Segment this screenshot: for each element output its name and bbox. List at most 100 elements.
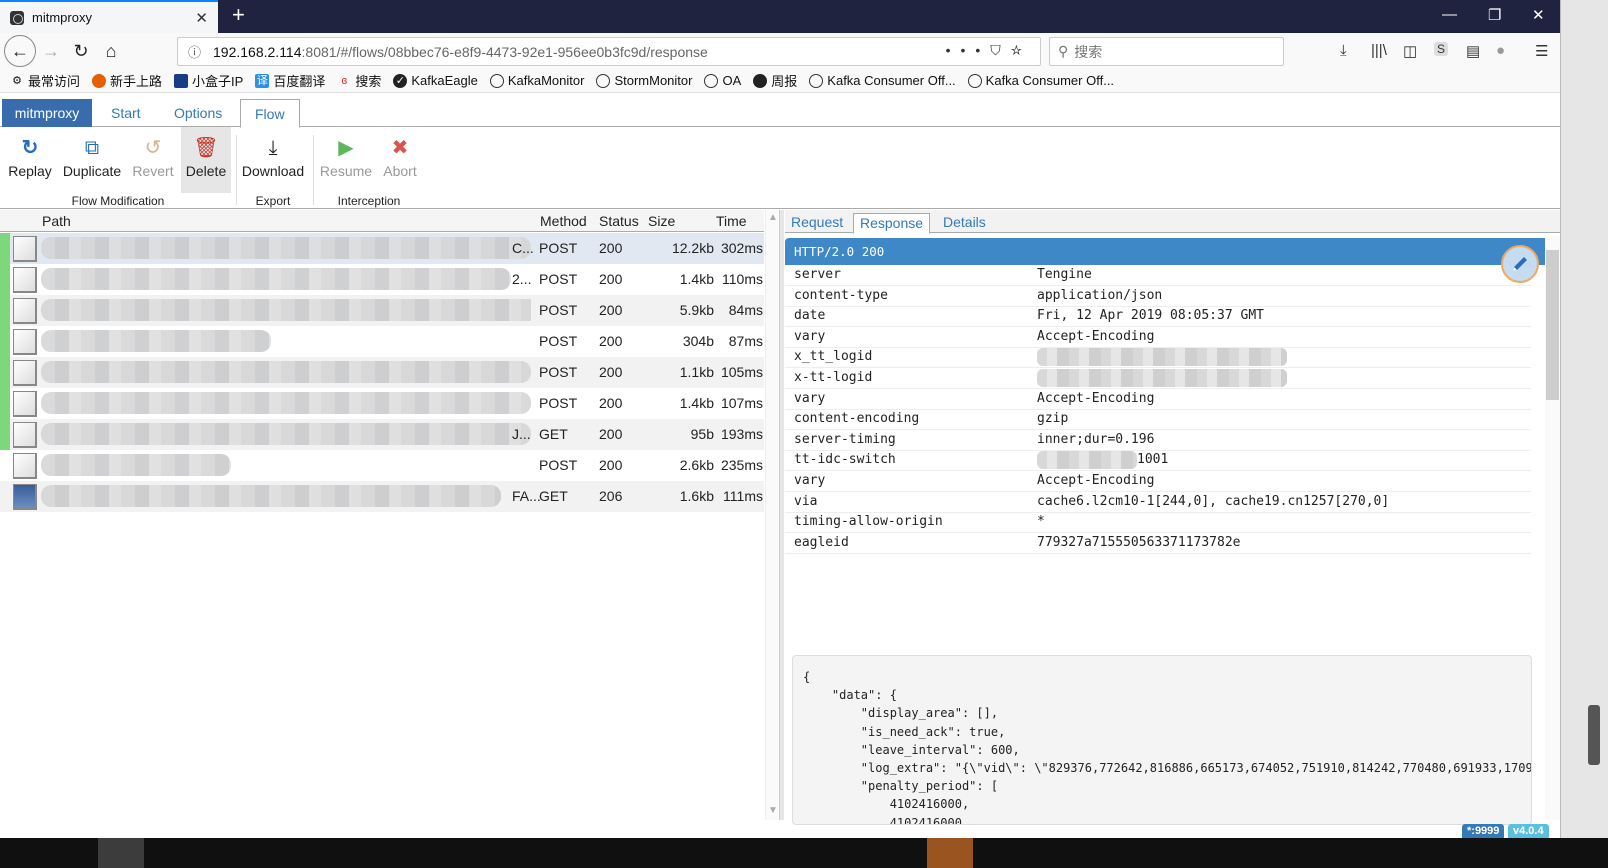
minimize-icon[interactable]: — <box>1442 6 1457 23</box>
browser-tab[interactable]: mitmproxy ✕ <box>0 0 218 33</box>
extension-circle-icon[interactable]: ● <box>1496 42 1505 59</box>
bookmark-item[interactable]: ⚙ 最常访问 <box>10 71 80 90</box>
bookmark-item[interactable]: Kafka Consumer Off... <box>967 73 1114 88</box>
tab-request[interactable]: Request <box>785 213 849 233</box>
header-value[interactable]: 1001 <box>1137 452 1168 467</box>
extension-s-icon[interactable]: S <box>1434 42 1449 56</box>
header-key[interactable]: x-tt-logid <box>794 370 872 385</box>
header-key[interactable]: via <box>794 494 817 509</box>
bookmark-item[interactable]: KafkaMonitor <box>489 73 584 88</box>
bookmark-item[interactable]: 译百度翻译 <box>255 71 325 90</box>
header-key[interactable]: tt-idc-switch <box>794 452 896 467</box>
resume-button[interactable]: ▶ Resume <box>318 127 374 193</box>
flow-row[interactable]: POST 200 1.1kb 105ms <box>0 357 764 388</box>
window-close-icon[interactable]: ✕ <box>1532 6 1545 24</box>
detail-scrollbar[interactable] <box>1545 236 1560 820</box>
header-value[interactable]: application/json <box>1037 288 1162 303</box>
main-menu-tabs: mitmproxy Start Options Flow <box>0 99 1560 128</box>
back-icon[interactable]: ← <box>4 35 36 67</box>
abort-button[interactable]: ✖ Abort <box>378 127 422 193</box>
header-key[interactable]: eagleid <box>794 535 849 550</box>
column-size[interactable]: Size <box>648 213 675 229</box>
flow-list-scrollbar[interactable]: ▲ ▼ <box>765 210 778 820</box>
tab-details[interactable]: Details <box>937 213 992 233</box>
bookmark-star-icon[interactable]: ☆ <box>1011 42 1032 58</box>
flow-row[interactable]: FA... GET 206 1.6kb 111ms <box>0 481 764 512</box>
reload-icon[interactable]: ↻ <box>66 36 96 66</box>
response-body[interactable]: { "data": { "display_area": [], "is_need… <box>792 655 1532 825</box>
column-time[interactable]: Time <box>716 213 747 229</box>
menu-icon[interactable]: ☰ <box>1535 42 1548 60</box>
library-icon[interactable]: |||\ <box>1371 42 1387 59</box>
header-key[interactable]: content-encoding <box>794 411 919 426</box>
page-actions-icon[interactable]: ••• <box>946 42 991 58</box>
header-value[interactable]: Accept-Encoding <box>1037 329 1154 344</box>
info-icon[interactable]: ⓘ <box>188 42 201 61</box>
pane-splitter[interactable] <box>779 210 784 820</box>
header-value[interactable]: cache6.l2cm10-1[244,0], cache19.cn1257[2… <box>1037 494 1389 509</box>
bookmark-item[interactable]: 小盒子IP <box>174 71 243 90</box>
ribbon-separator <box>236 135 237 205</box>
header-value[interactable]: gzip <box>1037 411 1068 426</box>
header-key[interactable]: server-timing <box>794 432 896 447</box>
header-value[interactable]: Tengine <box>1037 267 1092 282</box>
flow-row[interactable]: POST 200 5.9kb 84ms <box>0 295 764 326</box>
scrollbar-thumb[interactable] <box>1546 250 1559 400</box>
header-key[interactable]: server <box>794 267 841 282</box>
header-value[interactable]: Accept-Encoding <box>1037 391 1154 406</box>
download-button[interactable]: ⤓ Download <box>240 127 306 193</box>
header-key[interactable]: vary <box>794 473 825 488</box>
flow-row[interactable]: J... GET 200 95b 193ms <box>0 419 764 450</box>
pocket-icon[interactable]: ⛉ <box>990 42 1011 58</box>
restore-icon[interactable]: ❐ <box>1488 6 1501 24</box>
header-value[interactable]: Fri, 12 Apr 2019 08:05:37 GMT <box>1037 308 1264 323</box>
new-tab-icon[interactable]: + <box>232 2 245 28</box>
flow-row[interactable]: C... POST 200 12.2kb 302ms <box>0 233 764 264</box>
column-status[interactable]: Status <box>599 213 639 229</box>
header-value[interactable]: 779327a715550563371173782e <box>1037 535 1241 550</box>
header-value[interactable]: * <box>1037 514 1045 529</box>
header-key[interactable]: content-type <box>794 288 888 303</box>
delete-button[interactable]: 🗑 Delete <box>181 127 231 193</box>
url-bar[interactable]: ⓘ 192.168.2.114:8081/#/flows/08bbec76-e8… <box>177 37 1041 66</box>
header-key[interactable]: x_tt_logid <box>794 349 872 364</box>
sidebar-icon[interactable]: ◫ <box>1403 42 1417 60</box>
header-key[interactable]: date <box>794 308 825 323</box>
column-path[interactable]: Path <box>42 213 71 229</box>
bookmark-item[interactable]: ɞ 搜索 <box>337 71 382 90</box>
downloads-icon[interactable]: ⤓ <box>1340 42 1347 59</box>
taskbar-item[interactable] <box>927 838 973 868</box>
tab-mitmproxy[interactable]: mitmproxy <box>2 99 92 127</box>
duplicate-icon: ⧉ <box>84 137 100 159</box>
header-key[interactable]: vary <box>794 391 825 406</box>
column-method[interactable]: Method <box>540 213 587 229</box>
bookmark-item[interactable]: ✓ KafkaEagle <box>393 73 478 88</box>
tab-options[interactable]: Options <box>160 99 236 127</box>
flow-row[interactable]: POST 200 304b 87ms <box>0 326 764 357</box>
header-key[interactable]: vary <box>794 329 825 344</box>
tab-response[interactable]: Response <box>853 213 931 234</box>
revert-button[interactable]: ↺ Revert <box>128 127 178 193</box>
taskbar-item[interactable] <box>98 838 144 868</box>
header-value[interactable]: inner;dur=0.196 <box>1037 432 1154 447</box>
search-input[interactable]: ⚲ 搜索 <box>1049 37 1284 66</box>
header-key[interactable]: timing-allow-origin <box>794 514 943 529</box>
tab-start[interactable]: Start <box>97 99 155 127</box>
header-value[interactable]: Accept-Encoding <box>1037 473 1154 488</box>
duplicate-button[interactable]: ⧉ Duplicate <box>60 127 124 193</box>
home-icon[interactable]: ⌂ <box>96 36 126 66</box>
tab-close-icon[interactable]: ✕ <box>195 9 208 27</box>
flow-row[interactable]: POST 200 2.6kb 235ms <box>0 450 764 481</box>
extension-doc-icon[interactable]: ▤ <box>1466 42 1480 60</box>
flow-row[interactable]: POST 200 1.4kb 107ms <box>0 388 764 419</box>
forward-icon[interactable]: → <box>36 36 66 66</box>
bookmark-item[interactable]: 新手上路 <box>92 71 162 90</box>
eagle-icon: ✓ <box>393 73 408 88</box>
flow-row[interactable]: 2... POST 200 1.4kb 110ms <box>0 264 764 295</box>
tab-flow[interactable]: Flow <box>240 99 300 128</box>
bookmark-item[interactable]: Kafka Consumer Off... <box>809 73 956 88</box>
bookmark-item[interactable]: StormMonitor <box>596 73 692 88</box>
bookmark-item[interactable]: 周报 <box>753 71 797 90</box>
replay-button[interactable]: ↻ Replay <box>4 127 56 193</box>
bookmark-item[interactable]: OA <box>704 73 741 88</box>
